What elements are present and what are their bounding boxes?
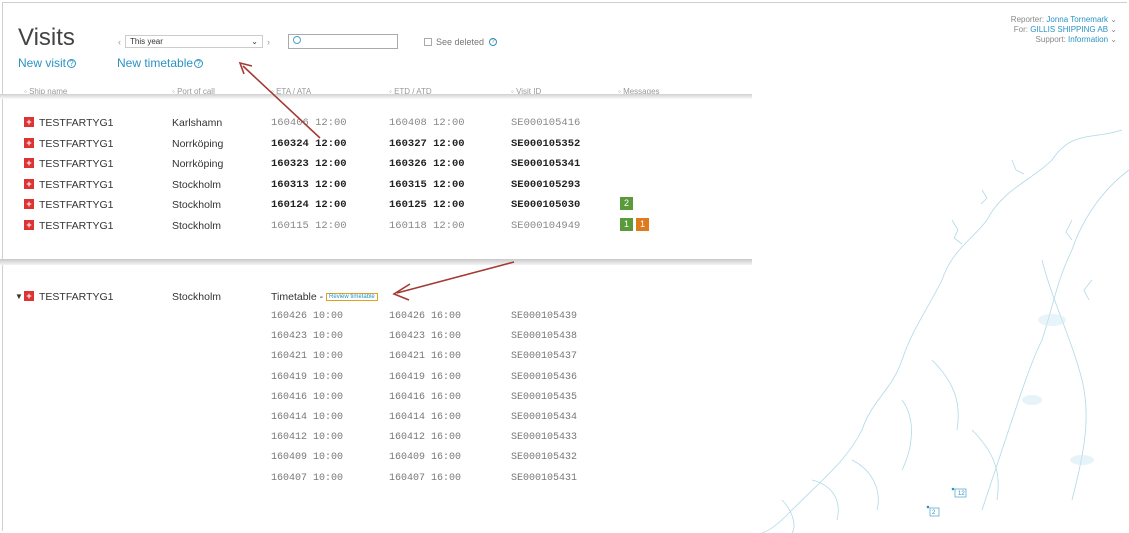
rivers — [851, 359, 999, 511]
coastline-sweden — [981, 169, 1129, 511]
map-point — [926, 505, 930, 509]
fjords — [951, 159, 1093, 301]
lake-shape — [1022, 395, 1042, 405]
map-marker-count: 12 — [958, 491, 965, 497]
southern-coast — [781, 479, 839, 533]
arrow-to-new-timetable — [242, 65, 321, 139]
lake-shape — [1070, 455, 1094, 465]
map-point — [951, 487, 955, 491]
coastline-norway — [761, 129, 1123, 533]
lake-shape — [1038, 314, 1066, 326]
arrow-to-review-timetable — [396, 261, 515, 294]
map-view[interactable]: 12 2 — [752, 100, 1129, 533]
